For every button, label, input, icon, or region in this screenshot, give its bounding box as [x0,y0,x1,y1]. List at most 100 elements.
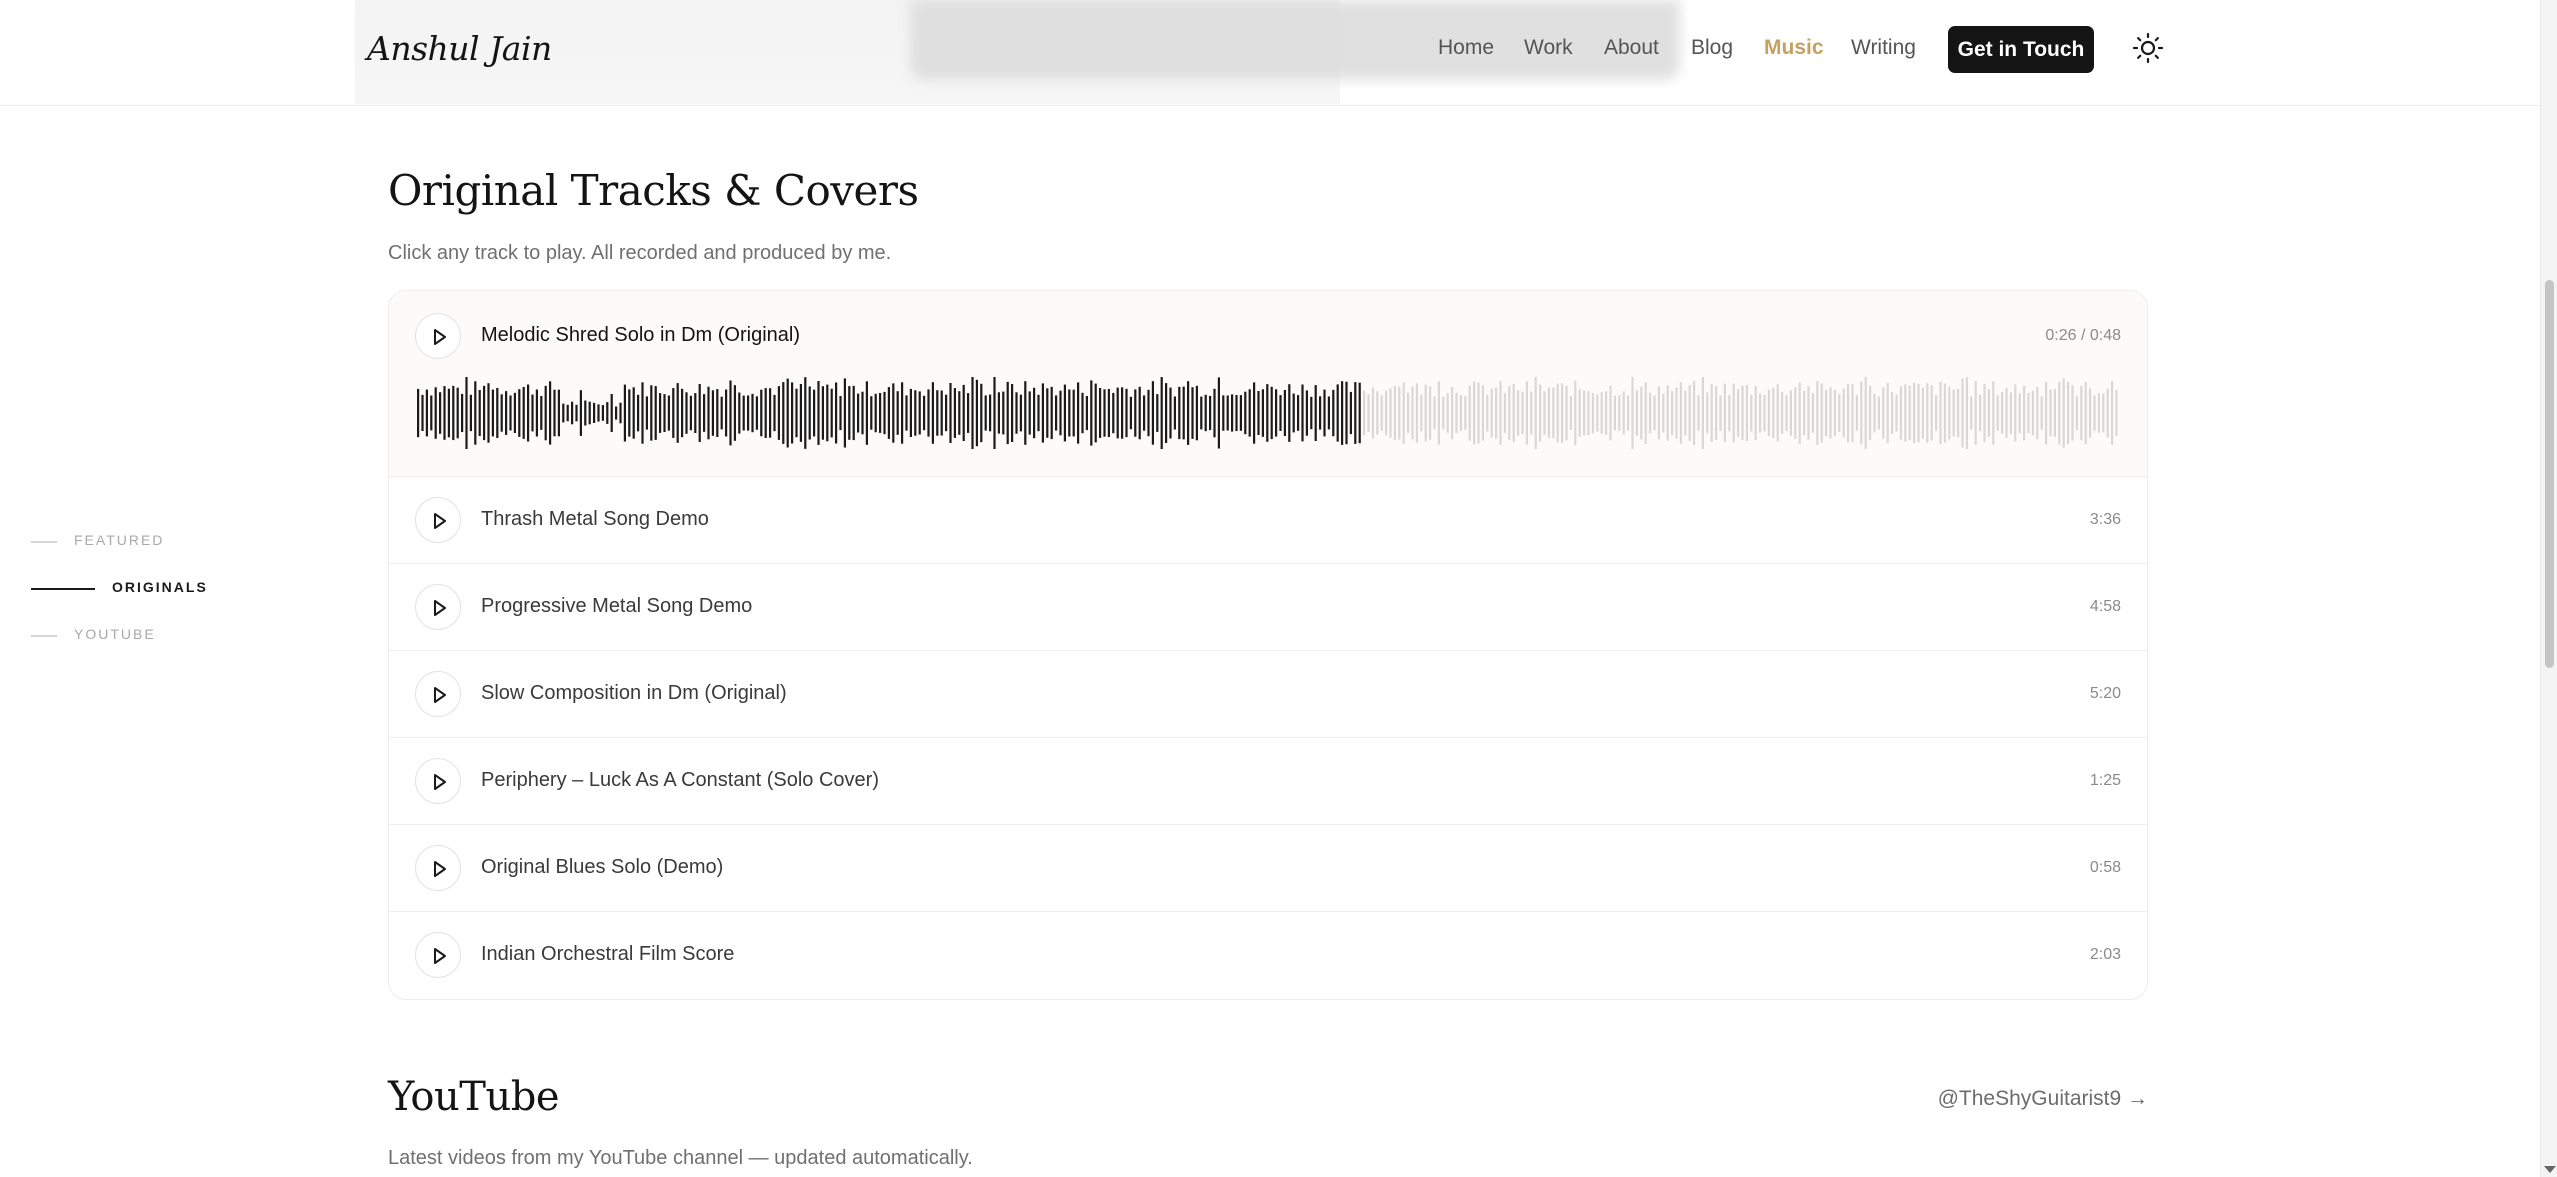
waveform-bar [1363,390,1366,436]
waveform-bar [2067,382,2070,445]
waveform-bar [447,388,450,438]
waveform-bar [799,384,802,442]
waveform-bar [1701,377,1704,449]
waveform-bar [1530,391,1533,435]
nav-about[interactable]: About [1604,36,1659,60]
track-row[interactable]: Periphery – Luck As A Constant (Solo Cov… [389,738,2147,825]
waveform-bar [1028,391,1031,435]
waveform-bar [439,392,442,434]
waveform-bar [1930,385,1933,441]
track-row[interactable]: Original Blues Solo (Demo) 0:58 [389,825,2147,912]
waveform-bar [725,389,728,437]
waveform-bar [2005,388,2008,438]
waveform-bar [1037,394,1040,432]
waveform-bar [2084,382,2087,445]
waveform-bar [1886,382,1889,444]
play-button[interactable] [415,758,461,804]
sidenav-line [31,588,95,590]
page-scrollbar[interactable] [2540,0,2557,1177]
waveform-bar [989,394,992,432]
track-title: Melodic Shred Solo in Dm (Original) [481,324,801,346]
waveform-bar [1684,390,1687,436]
waveform-bar [870,396,873,430]
waveform-bar [645,396,648,430]
play-button[interactable] [415,932,461,978]
waveform-bar [676,383,679,443]
scroll-down-arrow-icon[interactable] [2544,1166,2556,1173]
play-button[interactable] [415,584,461,630]
waveform-bar [2014,384,2017,442]
track-row[interactable]: Progressive Metal Song Demo 4:58 [389,564,2147,651]
scrollbar-thumb[interactable] [2545,280,2554,668]
nav-home[interactable]: Home [1438,36,1494,60]
waveform-bar [1671,391,1674,435]
nav-music[interactable]: Music [1764,36,1824,60]
waveform-bar [1622,391,1625,435]
waveform-bar [1235,395,1238,432]
waveform-bar [742,395,745,431]
waveform-bar [949,383,952,443]
waveform-bar [1200,396,1203,430]
theme-toggle-button[interactable] [2132,32,2164,64]
waveform-bar [1561,383,1564,443]
waveform-bar [1715,386,1718,440]
waveform-bar [2053,389,2056,437]
waveform-bar [1116,387,1119,439]
waveform-bar [980,383,983,443]
waveform-bar [421,394,424,431]
get-in-touch-button[interactable]: Get in Touch [1948,26,2094,73]
play-button[interactable] [415,497,461,543]
track-row[interactable]: Indian Orchestral Film Score 2:03 [389,912,2147,999]
waveform-bar [610,394,613,432]
waveform-bar [1543,391,1546,435]
waveform-bar [852,385,855,441]
waveform-bar [808,386,811,440]
waveform-bar [1965,377,1968,449]
track-row[interactable]: Thrash Metal Song Demo 3:36 [389,477,2147,564]
nav-work[interactable]: Work [1524,36,1573,60]
waveform-bar [791,382,794,444]
play-button[interactable] [415,845,461,891]
waveform-bar [557,389,560,437]
waveform-scrubber[interactable] [417,377,2121,449]
waveform-bar [1578,389,1581,437]
waveform-bar [417,388,420,438]
track-title: Indian Orchestral Film Score [481,943,735,965]
waveform-bar [901,382,904,444]
waveform-bar [2111,381,2114,445]
waveform-bar [1178,386,1181,440]
waveform-bar [1323,389,1326,437]
waveform-bar [729,380,732,446]
play-icon [434,513,446,529]
waveform-bar [619,402,622,424]
nav-blog[interactable]: Blog [1691,36,1733,60]
waveform-bar [1204,394,1207,432]
waveform-bar [914,390,917,436]
waveform-bar [1446,393,1449,433]
waveform-bar [1002,391,1005,435]
waveform-bar [1697,395,1700,431]
waveform-bar [1794,387,1797,439]
play-button[interactable] [415,671,461,717]
play-button[interactable] [415,313,461,359]
now-playing-track[interactable]: Melodic Shred Solo in Dm (Original) 0:26… [389,291,2147,477]
waveform-bar [1336,384,1339,442]
waveform-bar [1011,384,1014,442]
waveform-bar [1393,385,1396,440]
waveform-bar [443,386,446,440]
waveform-bar [461,393,464,432]
nav-writing[interactable]: Writing [1851,36,1916,60]
waveform-bar [1248,389,1251,437]
waveform-bar [1728,394,1731,432]
waveform-bar [1499,381,1502,445]
waveform-bar [1147,389,1150,437]
waveform-bar [509,395,512,431]
waveform-bar [703,394,706,432]
track-row[interactable]: Slow Composition in Dm (Original) 5:20 [389,651,2147,738]
waveform-bar [1737,389,1740,437]
waveform-bar [1358,382,1361,444]
waveform-bar [1618,395,1621,431]
waveform-bar [1319,396,1322,430]
youtube-channel-link[interactable]: @TheShyGuitarist9 → [1938,1087,2148,1111]
waveform-bar [892,383,895,443]
